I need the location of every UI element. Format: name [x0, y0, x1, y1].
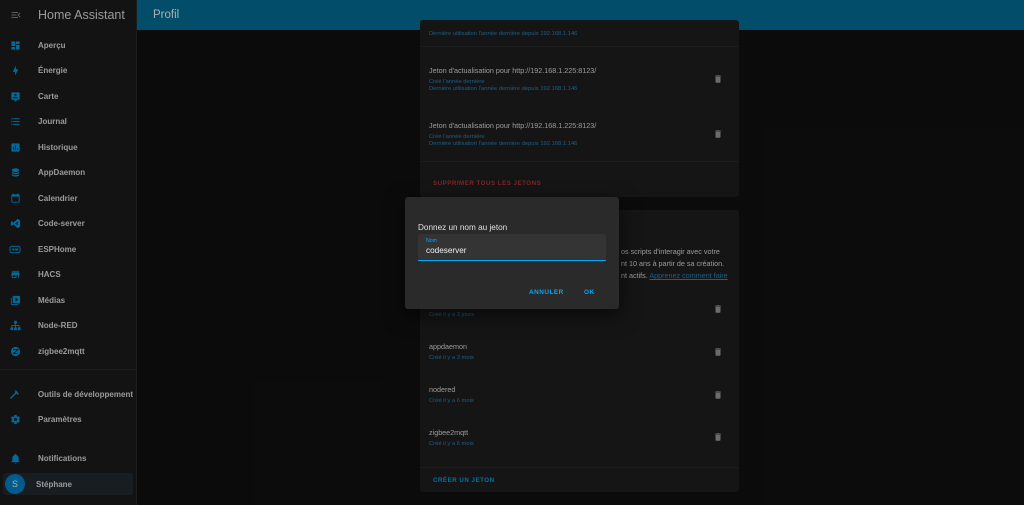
- cancel-button[interactable]: ANNULER: [529, 289, 564, 296]
- token-name-input[interactable]: [426, 246, 596, 255]
- token-name-field[interactable]: Nom: [418, 234, 606, 261]
- token-name-dialog: Donnez un nom au jeton Nom ANNULER OK: [405, 197, 619, 309]
- ok-button[interactable]: OK: [584, 289, 595, 296]
- dialog-title: Donnez un nom au jeton: [418, 223, 508, 232]
- field-label: Nom: [426, 238, 437, 244]
